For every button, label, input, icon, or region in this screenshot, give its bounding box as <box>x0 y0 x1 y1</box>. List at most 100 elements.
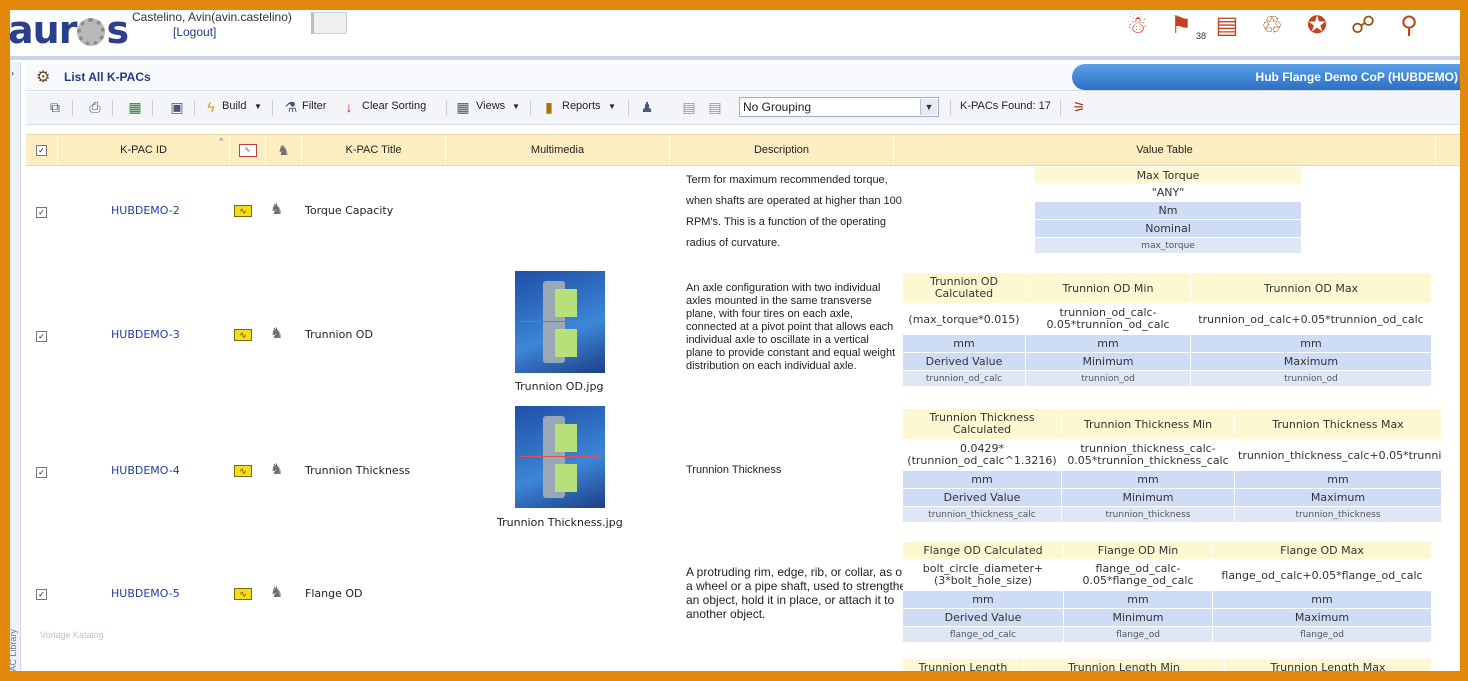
vt-value: flange_od_calc-0.05*flange_od_calc <box>1064 560 1212 590</box>
list-title-bar: ⚙ List All K-PACs Hub Flange Demo CoP (H… <box>26 64 1460 91</box>
column-header-kpac-id[interactable]: K-PAC ID ^ <box>58 135 230 165</box>
reports-button[interactable]: Reports <box>562 100 601 112</box>
vt-header: Flange OD Calculated <box>903 542 1063 559</box>
multimedia-thumbnail[interactable] <box>515 271 605 373</box>
network-icon[interactable]: ☍ <box>1346 10 1380 42</box>
build-icon[interactable]: ϟ <box>202 98 220 116</box>
clear-filter-icon[interactable]: ⚞ <box>1070 98 1088 116</box>
vt-header: Flange OD Max <box>1213 542 1431 559</box>
list-title: List All K-PACs <box>64 70 151 84</box>
user-name: Castelino, Avin(avin.castelino) <box>132 10 292 24</box>
ecg-icon[interactable]: ∿ <box>234 588 252 600</box>
reports-dropdown-icon[interactable]: ▼ <box>608 102 616 111</box>
table-row[interactable]: ✓ HUBDEMO-5 ∿ ♞ Flange OD A protruding r… <box>26 536 1460 654</box>
row-checkbox[interactable]: ✓ <box>36 328 47 346</box>
grouping-select-value: No Grouping <box>743 100 812 114</box>
search-icon[interactable]: ⚲ <box>1392 10 1426 42</box>
print-icon[interactable]: ⎙ <box>86 98 104 116</box>
kpac-title: Flange OD <box>305 587 363 600</box>
multimedia-filename[interactable]: Trunnion Thickness.jpg <box>497 516 623 529</box>
kpac-tool-icon[interactable]: ♟ <box>638 98 656 116</box>
views-icon[interactable]: ▦ <box>454 98 472 116</box>
multimedia-filename[interactable]: Trunnion OD.jpg <box>515 380 603 393</box>
multimedia-thumbnail[interactable] <box>515 406 605 508</box>
column-header-kpac-title[interactable]: K-PAC Title <box>302 135 446 165</box>
clear-sorting-icon[interactable]: ↓ <box>340 98 358 116</box>
grouping-select[interactable]: No Grouping ▼ <box>739 97 939 117</box>
column-label: Multimedia <box>530 144 585 156</box>
filter-icon[interactable]: ⚗ <box>282 98 300 116</box>
vt-value: (max_torque*0.015) <box>903 304 1025 334</box>
row-checkbox[interactable]: ✓ <box>36 464 47 482</box>
kpac-icon[interactable]: ♞ <box>270 200 283 218</box>
gear-logo-icon <box>77 18 106 46</box>
header-toggle[interactable] <box>311 12 347 34</box>
column-header-ecg[interactable]: ∿ <box>230 135 266 165</box>
vt-name: flange_od_calc <box>903 627 1063 642</box>
column-header-multimedia[interactable]: Multimedia <box>446 135 670 165</box>
select-all-checkbox[interactable]: ✓ <box>36 144 47 156</box>
excel-export-icon[interactable]: ▦ <box>126 98 144 116</box>
paste-icon[interactable]: ▤ <box>706 98 724 116</box>
chevron-down-icon[interactable]: ▼ <box>920 99 937 115</box>
kpac-id-link[interactable]: HUBDEMO-5 <box>111 587 180 600</box>
toolbar-separator <box>72 100 73 116</box>
kpac-id-link[interactable]: HUBDEMO-2 <box>111 204 180 217</box>
vt-unit: mm <box>1235 471 1441 488</box>
users-icon[interactable]: ☃ <box>1120 10 1154 42</box>
cop-name-pill[interactable]: Hub Flange Demo CoP (HUBDEMO) <box>1072 64 1460 90</box>
toolbar-separator <box>194 100 195 116</box>
column-header-value-table[interactable]: Value Table <box>894 135 1436 165</box>
ecg-icon[interactable]: ∿ <box>234 465 252 477</box>
vt-type: Maximum <box>1191 353 1431 370</box>
row-checkbox[interactable]: ✓ <box>36 204 47 222</box>
grid-header: ✓ K-PAC ID ^ ∿ ♞ K-PAC Title Multimedia D… <box>26 134 1460 166</box>
clipboard-icon[interactable]: ▤ <box>1210 10 1244 42</box>
column-header-kpac-icon[interactable]: ♞ <box>266 135 302 165</box>
logout-link[interactable]: [Logout] <box>173 25 216 39</box>
table-row[interactable]: ✓ HUBDEMO-4 ∿ ♞ Trunnion Thickness Trunn… <box>26 402 1460 532</box>
column-label: K-PAC Title <box>345 144 402 156</box>
clear-sorting-button[interactable]: Clear Sorting <box>362 100 426 112</box>
ecg-icon[interactable]: ∿ <box>234 205 252 217</box>
value-table: Trunnion Length Trunnion Length Min Trun… <box>902 658 1432 671</box>
toolbar-separator <box>112 100 113 116</box>
copy-icon[interactable]: ▤ <box>680 98 698 116</box>
description-text: Trunnion Thickness <box>686 464 782 476</box>
globe-icon[interactable]: ✪ <box>1300 10 1334 42</box>
row-checkbox[interactable]: ✓ <box>36 586 47 604</box>
vt-unit: mm <box>903 591 1063 608</box>
kpac-icon[interactable]: ♞ <box>270 324 283 342</box>
vt-value: trunnion_thickness_calc+0.05*trunnion_th… <box>1235 440 1441 470</box>
column-header-description[interactable]: Description <box>670 135 894 165</box>
views-button[interactable]: Views <box>476 100 505 112</box>
side-panel-strip[interactable]: › K-PAC Library <box>10 62 21 671</box>
value-table: Flange OD Calculated Flange OD Min Flang… <box>902 541 1432 643</box>
table-row[interactable]: ✓ HUBDEMO-3 ∿ ♞ Trunnion OD Trunnion OD.… <box>26 266 1460 400</box>
views-dropdown-icon[interactable]: ▼ <box>512 102 520 111</box>
build-dropdown-icon[interactable]: ▼ <box>254 102 262 111</box>
ecg-icon[interactable]: ∿ <box>234 329 252 341</box>
save-icon[interactable]: ▣ <box>168 98 186 116</box>
kpac-icon: ♞ <box>277 142 290 158</box>
value-table: Trunnion Thickness Calculated Trunnion T… <box>902 408 1442 523</box>
vt-name: trunnion_thickness_calc <box>903 507 1061 522</box>
flag-icon[interactable]: ⚑ <box>1164 10 1198 42</box>
new-window-icon[interactable]: ⧉ <box>46 98 64 116</box>
kpac-icon[interactable]: ♞ <box>270 583 283 601</box>
table-row[interactable]: Trunnion Length Trunnion Length Min Trun… <box>26 656 1460 671</box>
kpac-id-link[interactable]: HUBDEMO-4 <box>111 464 180 477</box>
kpac-id-link[interactable]: HUBDEMO-3 <box>111 328 180 341</box>
filter-button[interactable]: Filter <box>302 100 326 112</box>
vt-unit: Nm <box>1035 202 1301 219</box>
handshake-icon[interactable]: ♲ <box>1255 10 1289 42</box>
toolbar-separator <box>950 100 951 116</box>
kpac-icon[interactable]: ♞ <box>270 460 283 478</box>
vt-value: "ANY" <box>1035 184 1301 201</box>
reports-icon[interactable]: ▮ <box>540 98 558 116</box>
build-button[interactable]: Build <box>222 100 246 112</box>
logo: aur s <box>10 10 129 52</box>
table-row[interactable]: ✓ HUBDEMO-2 ∿ ♞ Torque Capacity Term for… <box>26 166 1460 262</box>
expand-arrow-icon[interactable]: › <box>11 68 14 78</box>
column-label: Description <box>753 144 810 156</box>
